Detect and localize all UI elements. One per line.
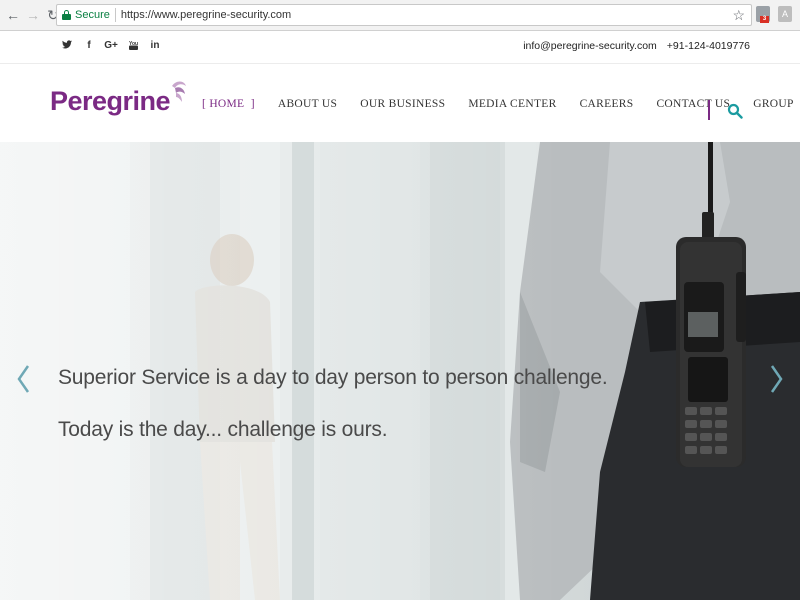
- hero-caption-line1: Superior Service is a day to day person …: [58, 366, 608, 389]
- facebook-icon[interactable]: f: [78, 40, 100, 53]
- youtube-icon[interactable]: You: [122, 40, 144, 53]
- site-logo[interactable]: Peregrine: [50, 81, 188, 120]
- contact-phone[interactable]: +91-124-4019776: [667, 40, 750, 52]
- nav-home-label: HOME: [209, 98, 245, 110]
- peregrine-bird-icon: [172, 81, 187, 102]
- slider-prev-icon[interactable]: [14, 362, 34, 396]
- contact-email[interactable]: info@peregrine-security.com: [523, 40, 657, 52]
- hero-slider: Superior Service is a day to day person …: [0, 142, 800, 600]
- url-text[interactable]: https://www.peregrine-security.com: [121, 9, 291, 21]
- linkedin-icon[interactable]: in: [144, 40, 166, 53]
- browser-toolbar: ← → ↻ Secure https://www.peregrine-secur…: [0, 0, 800, 31]
- search-icon[interactable]: [727, 103, 743, 119]
- nav-media-center[interactable]: MEDIA CENTER: [468, 98, 556, 110]
- lock-icon: [62, 10, 71, 20]
- nav-careers[interactable]: CAREERS: [580, 98, 634, 110]
- mail-badge: 3: [760, 16, 769, 23]
- main-nav: [ HOME ] ABOUT US OUR BUSINESS MEDIA CEN…: [202, 96, 800, 112]
- back-icon[interactable]: ←: [4, 6, 22, 24]
- bookmark-star-icon[interactable]: ☆: [732, 7, 745, 24]
- nav-our-business[interactable]: OUR BUSINESS: [360, 98, 445, 110]
- social-links: f G+ You in: [56, 40, 166, 53]
- nav-home[interactable]: [ HOME ]: [202, 98, 255, 110]
- pdf-extension-icon[interactable]: A: [778, 6, 792, 22]
- google-plus-icon[interactable]: G+: [100, 40, 122, 53]
- address-bar[interactable]: Secure https://www.peregrine-security.co…: [56, 4, 752, 26]
- nav-home-bracket-right: ]: [244, 98, 255, 110]
- extension-icons: 3 A: [756, 6, 792, 23]
- contact-info: info@peregrine-security.com +91-124-4019…: [523, 40, 750, 52]
- slider-next-icon[interactable]: [766, 362, 786, 396]
- top-contact-bar: f G+ You in info@peregrine-security.com …: [0, 31, 800, 64]
- hero-caption-line2: Today is the day... challenge is ours.: [58, 418, 388, 441]
- address-divider: [114, 8, 116, 22]
- logo-text: Peregrine: [50, 86, 171, 116]
- secure-label: Secure: [75, 9, 110, 21]
- nav-group[interactable]: GROUP: [753, 98, 793, 110]
- nav-contact-us[interactable]: CONTACT US: [656, 98, 730, 110]
- nav-separator: [708, 100, 710, 120]
- twitter-icon[interactable]: [56, 40, 78, 53]
- forward-icon[interactable]: →: [24, 6, 42, 24]
- mail-extension-icon[interactable]: 3: [756, 6, 770, 23]
- site-header: Peregrine [ HOME ] ABOUT US OUR BUSINESS…: [0, 64, 800, 142]
- nav-about-us[interactable]: ABOUT US: [278, 98, 337, 110]
